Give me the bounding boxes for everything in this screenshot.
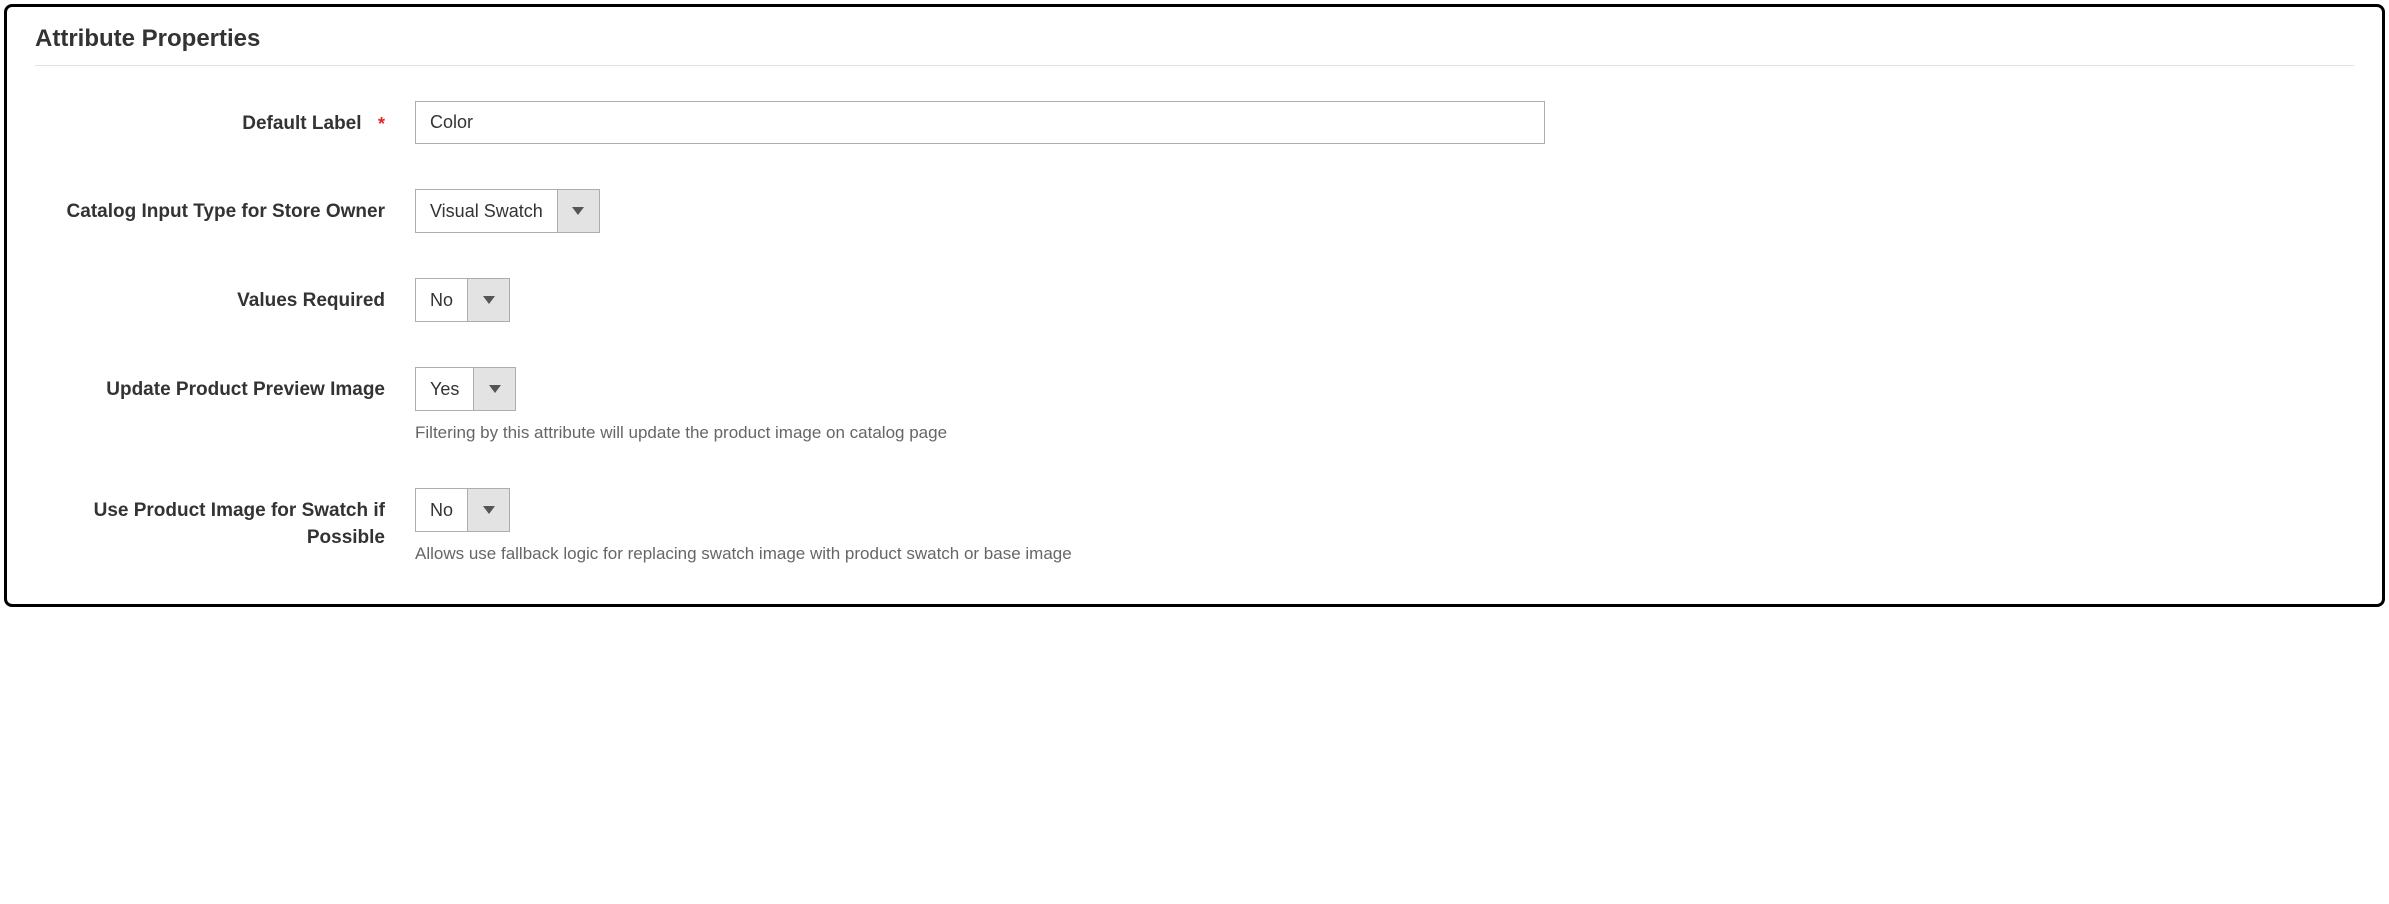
select-value: No bbox=[416, 489, 467, 531]
select-value: Yes bbox=[416, 368, 473, 410]
select-value: Visual Swatch bbox=[416, 190, 557, 232]
field-col bbox=[395, 101, 2354, 144]
field-col: Yes Filtering by this attribute will upd… bbox=[395, 367, 2354, 443]
use-product-image-label: Use Product Image for Swatch if Possible bbox=[35, 498, 385, 551]
chevron-down-icon bbox=[467, 489, 509, 531]
values-required-select[interactable]: No bbox=[415, 278, 510, 322]
default-label-input[interactable] bbox=[415, 101, 1545, 144]
field-col: No Allows use fallback logic for replaci… bbox=[395, 488, 2354, 564]
label-col: Catalog Input Type for Store Owner bbox=[35, 189, 395, 226]
section-title: Attribute Properties bbox=[35, 25, 2354, 53]
field-row-use-product-image: Use Product Image for Swatch if Possible… bbox=[35, 488, 2354, 564]
update-preview-help-text: Filtering by this attribute will update … bbox=[415, 423, 2354, 443]
label-col: Default Label * bbox=[35, 101, 395, 138]
use-product-image-select[interactable]: No bbox=[415, 488, 510, 532]
values-required-label: Values Required bbox=[237, 288, 385, 315]
field-row-catalog-input-type: Catalog Input Type for Store Owner Visua… bbox=[35, 189, 2354, 233]
field-col: Visual Swatch bbox=[395, 189, 2354, 233]
label-col: Use Product Image for Swatch if Possible bbox=[35, 488, 395, 551]
section-divider bbox=[35, 65, 2354, 66]
select-value: No bbox=[416, 279, 467, 321]
chevron-down-icon bbox=[467, 279, 509, 321]
chevron-down-icon bbox=[473, 368, 515, 410]
label-col: Update Product Preview Image bbox=[35, 367, 395, 404]
field-col: No bbox=[395, 278, 2354, 322]
catalog-input-type-label: Catalog Input Type for Store Owner bbox=[67, 199, 385, 226]
catalog-input-type-select[interactable]: Visual Swatch bbox=[415, 189, 600, 233]
label-col: Values Required bbox=[35, 278, 395, 315]
chevron-down-icon bbox=[557, 190, 599, 232]
attribute-properties-panel: Attribute Properties Default Label * Cat… bbox=[4, 4, 2385, 607]
use-product-image-help-text: Allows use fallback logic for replacing … bbox=[415, 544, 2354, 564]
field-row-values-required: Values Required No bbox=[35, 278, 2354, 322]
update-preview-select[interactable]: Yes bbox=[415, 367, 516, 411]
required-asterisk-icon: * bbox=[378, 114, 385, 134]
default-label-label: Default Label bbox=[242, 111, 361, 138]
field-row-default-label: Default Label * bbox=[35, 101, 2354, 144]
field-row-update-preview: Update Product Preview Image Yes Filteri… bbox=[35, 367, 2354, 443]
update-preview-label: Update Product Preview Image bbox=[106, 377, 385, 404]
